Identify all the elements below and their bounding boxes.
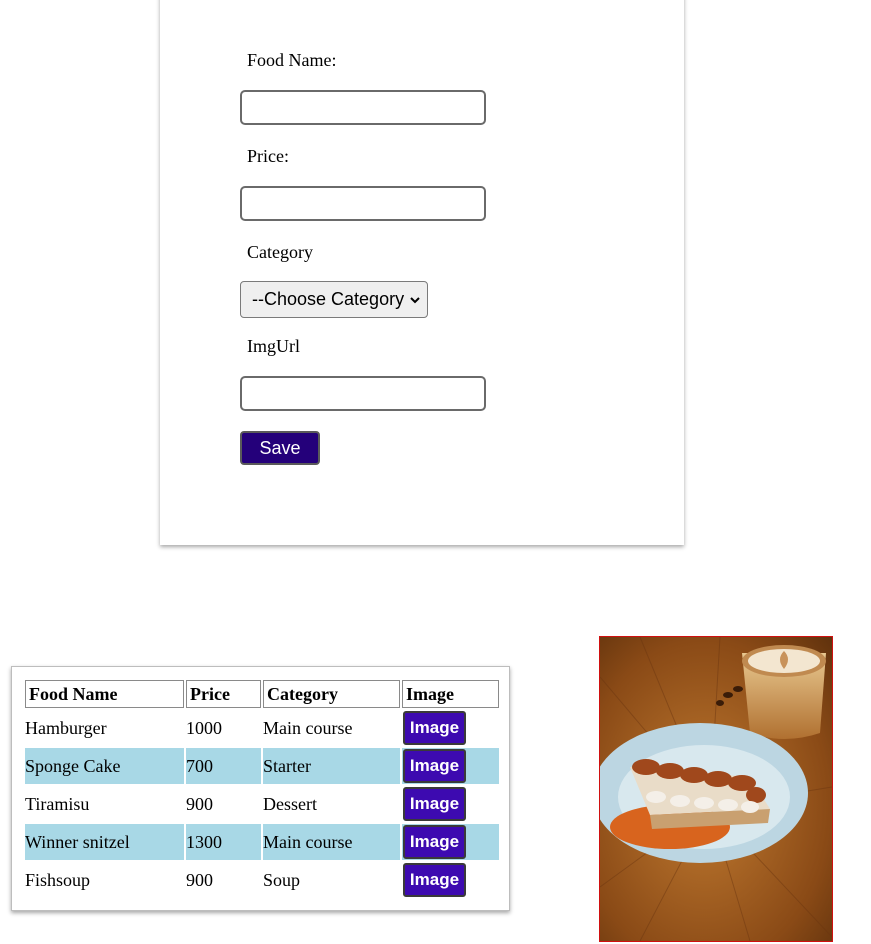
image-button[interactable]: Image — [403, 711, 466, 745]
food-name-input[interactable] — [240, 90, 486, 125]
save-button[interactable]: Save — [240, 431, 320, 465]
table-row: Hamburger 1000 Main course Image — [25, 710, 499, 746]
header-price: Price — [186, 680, 261, 708]
cell-image: Image — [402, 786, 499, 822]
header-category: Category — [263, 680, 400, 708]
cell-image: Image — [402, 710, 499, 746]
cell-category: Main course — [263, 717, 353, 738]
image-button[interactable]: Image — [403, 825, 466, 859]
price-input[interactable] — [240, 186, 486, 221]
food-table: Food Name Price Category Image Hamburger… — [23, 678, 501, 900]
table-row: Tiramisu 900 Dessert Image — [25, 786, 499, 822]
cell-price: 1300 — [186, 824, 261, 860]
cell-category: Main course — [263, 824, 400, 860]
cell-food-name: Tiramisu — [25, 793, 90, 814]
cell-image: Image — [402, 748, 499, 784]
table-header-row: Food Name Price Category Image — [25, 680, 499, 708]
cell-price: 700 — [186, 748, 261, 784]
cell-price: 900 — [186, 869, 213, 890]
table-row: Sponge Cake 700 Starter Image — [25, 748, 499, 784]
cell-category: Soup — [263, 869, 301, 890]
chevron-down-icon — [410, 297, 420, 304]
cell-category: Starter — [263, 748, 400, 784]
imgurl-label: ImgUrl — [247, 336, 300, 356]
image-button[interactable]: Image — [403, 863, 466, 897]
food-table-card: Food Name Price Category Image Hamburger… — [11, 666, 510, 911]
cell-price: 1000 — [186, 717, 222, 738]
cell-food-name: Fishsoup — [25, 869, 91, 890]
price-label: Price: — [247, 146, 289, 166]
table-row: Winner snitzel 1300 Main course Image — [25, 824, 499, 860]
cell-category: Dessert — [263, 793, 317, 814]
cell-image: Image — [402, 824, 499, 860]
cell-image: Image — [402, 862, 499, 898]
header-image: Image — [402, 680, 499, 708]
table-row: Fishsoup 900 Soup Image — [25, 862, 499, 898]
category-select[interactable]: --Choose Category — [240, 281, 428, 318]
category-select-value: --Choose Category — [252, 289, 405, 309]
category-label: Category — [247, 242, 313, 262]
tiramisu-photo — [600, 637, 832, 941]
cell-food-name: Hamburger — [25, 717, 107, 738]
header-food-name: Food Name — [25, 680, 184, 708]
image-button[interactable]: Image — [403, 749, 466, 783]
food-name-label: Food Name: — [247, 50, 337, 70]
image-button[interactable]: Image — [403, 787, 466, 821]
cell-food-name: Winner snitzel — [25, 824, 184, 860]
food-form-card: Food Name: Price: Category --Choose Cate… — [160, 0, 684, 545]
cell-price: 900 — [186, 793, 213, 814]
food-preview-image — [599, 636, 833, 942]
cell-food-name: Sponge Cake — [25, 748, 184, 784]
imgurl-input[interactable] — [240, 376, 486, 411]
